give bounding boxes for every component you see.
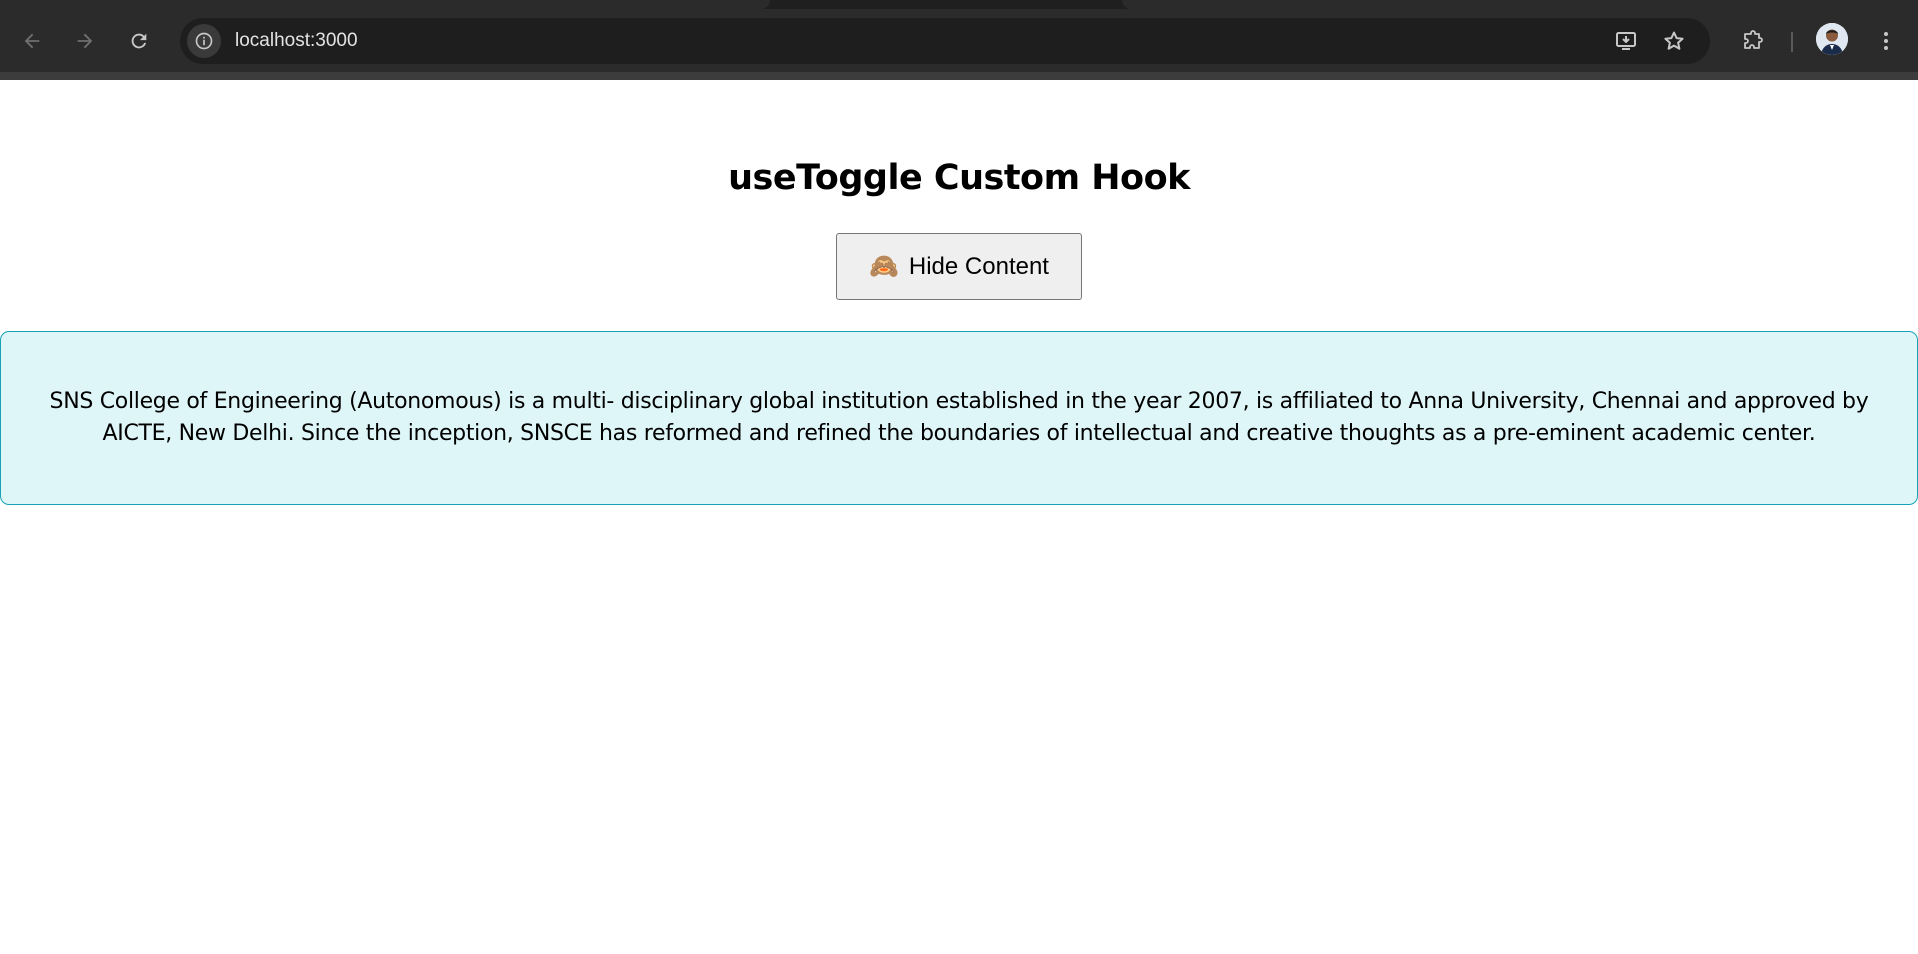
- page-title: useToggle Custom Hook: [728, 158, 1190, 198]
- url-text[interactable]: localhost:3000: [235, 30, 358, 52]
- toggle-content-panel: SNS College of Engineering (Autonomous) …: [0, 331, 1918, 505]
- toggle-content-button[interactable]: 🙈 Hide Content: [836, 233, 1082, 300]
- address-bar[interactable]: localhost:3000: [180, 18, 1710, 64]
- forward-button[interactable]: [67, 23, 103, 59]
- content-text: SNS College of Engineering (Autonomous) …: [49, 389, 1869, 446]
- install-app-button[interactable]: [1612, 27, 1640, 55]
- toolbar-divider: [1791, 32, 1793, 52]
- back-button[interactable]: [14, 23, 50, 59]
- star-icon: [1664, 31, 1684, 50]
- arrow-right-icon: [77, 33, 93, 49]
- arrow-left-icon: [24, 33, 40, 49]
- reload-icon: [131, 33, 147, 49]
- reload-button[interactable]: [121, 23, 157, 59]
- toggle-button-label: Hide Content: [908, 252, 1049, 280]
- tab-right[interactable]: [1122, 0, 1918, 9]
- browser-toolbar: localhost:3000: [0, 9, 1918, 80]
- menu-button[interactable]: [1868, 23, 1904, 59]
- avatar[interactable]: [1816, 23, 1848, 55]
- profile-icon: [1816, 23, 1848, 55]
- site-info-button[interactable]: [187, 24, 221, 58]
- toolbar-inner: localhost:3000: [0, 9, 1918, 72]
- browser-chrome: localhost:3000: [0, 0, 1918, 80]
- kebab-menu-icon: [1884, 32, 1888, 50]
- install-app-icon: [1616, 32, 1636, 50]
- info-icon: [195, 32, 213, 50]
- see-no-evil-monkey-icon: 🙈: [869, 253, 899, 280]
- extensions-button[interactable]: [1735, 23, 1771, 59]
- bookmark-button[interactable]: [1660, 27, 1688, 55]
- page-viewport: useToggle Custom Hook 🙈 Hide Content SNS…: [0, 80, 1918, 954]
- tab-left[interactable]: [0, 0, 770, 9]
- puzzle-icon: [1744, 30, 1763, 49]
- tab-strip: [0, 0, 1918, 9]
